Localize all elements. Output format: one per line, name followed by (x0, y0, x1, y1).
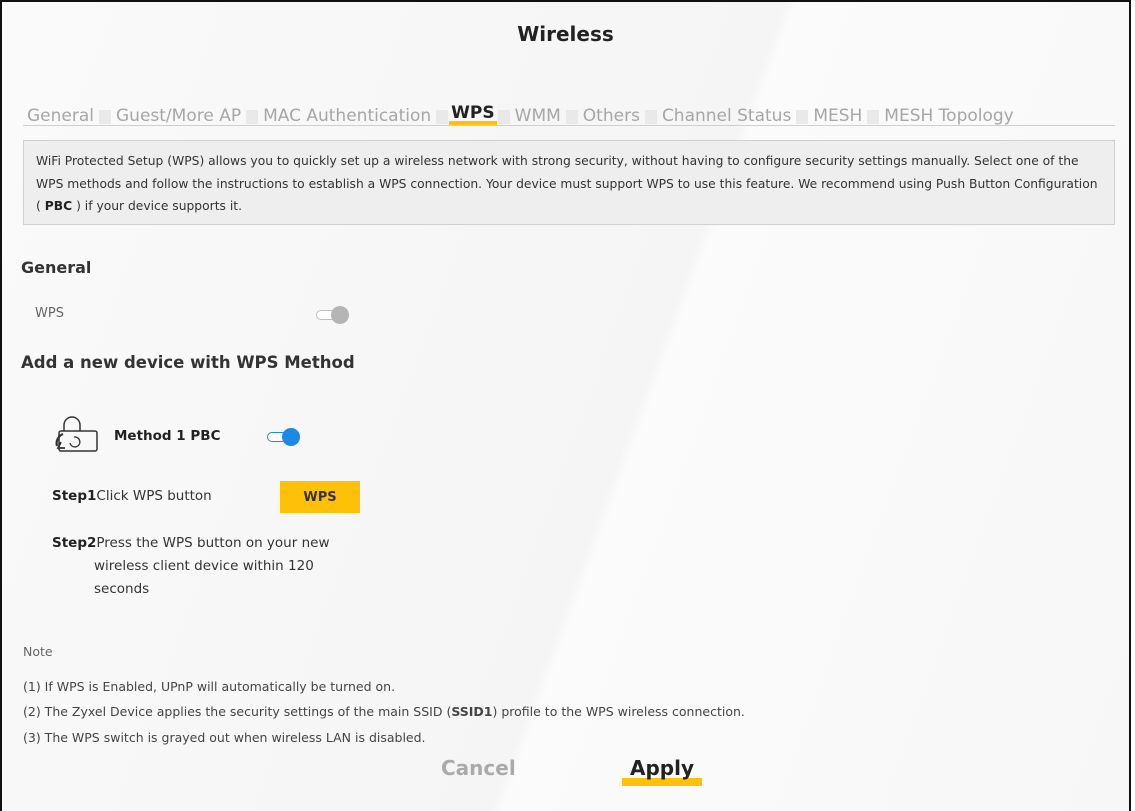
wps-push-button[interactable]: WPS (280, 481, 360, 513)
step1-label: Step1 (52, 488, 97, 504)
step2-label: Step2 (52, 535, 97, 551)
note-3: (3) The WPS switch is grayed out when wi… (23, 730, 426, 745)
tab-separator (436, 110, 449, 124)
method1-pbc-toggle[interactable] (266, 428, 306, 446)
toggle-knob (331, 306, 349, 324)
lock-refresh-icon (51, 415, 99, 459)
tab-separator (246, 110, 259, 124)
step2-line3: seconds (94, 581, 150, 597)
tab-separator (497, 110, 510, 124)
tab-mac-authentication[interactable]: MAC Authentication (259, 106, 435, 126)
tab-separator (867, 110, 880, 124)
page-title: Wireless (517, 22, 614, 46)
note-heading: Note (23, 644, 53, 659)
note-2: (2) The Zyxel Device applies the securit… (23, 704, 745, 719)
step2: Step2Press the WPS button on your new (52, 532, 329, 554)
tab-wps[interactable]: WPS (449, 105, 497, 126)
wps-description-box: WiFi Protected Setup (WPS) allows you to… (23, 140, 1115, 225)
tab-separator (565, 110, 578, 124)
wireless-page: Wireless General Guest/More AP MAC Authe… (0, 0, 1131, 811)
tab-guest-more-ap[interactable]: Guest/More AP (112, 106, 245, 126)
step1: Step1Click WPS button (52, 485, 212, 507)
info-text-part2: ) if your device supports it. (76, 199, 242, 213)
tab-others[interactable]: Others (579, 106, 644, 126)
step2-line2: wireless client device within 120 (94, 558, 314, 574)
tab-bar: General Guest/More AP MAC Authentication… (23, 100, 1018, 126)
cancel-button[interactable]: Cancel (441, 756, 516, 780)
step2-line1: Press the WPS button on your new (96, 535, 330, 551)
apply-button[interactable]: Apply (630, 756, 694, 780)
wps-method-heading: Add a new device with WPS Method (21, 353, 355, 372)
tab-mesh[interactable]: MESH (809, 106, 866, 126)
toggle-knob (282, 428, 300, 446)
method1-label: Method 1 PBC (114, 428, 221, 444)
info-text-bold: PBC (44, 199, 73, 213)
tab-mesh-topology[interactable]: MESH Topology (880, 106, 1017, 126)
step1-text: Click WPS button (96, 488, 212, 504)
tab-separator (99, 110, 111, 124)
tab-channel-status[interactable]: Channel Status (658, 106, 795, 126)
general-heading: General (21, 258, 92, 277)
note-1: (1) If WPS is Enabled, UPnP will automat… (23, 679, 396, 694)
tab-separator (644, 110, 657, 124)
tab-wmm[interactable]: WMM (511, 106, 565, 126)
tab-underline-rule (23, 125, 1115, 126)
wps-toggle[interactable] (315, 306, 355, 324)
tab-general[interactable]: General (23, 106, 98, 126)
wps-label: WPS (35, 306, 64, 321)
tab-separator (796, 110, 809, 124)
